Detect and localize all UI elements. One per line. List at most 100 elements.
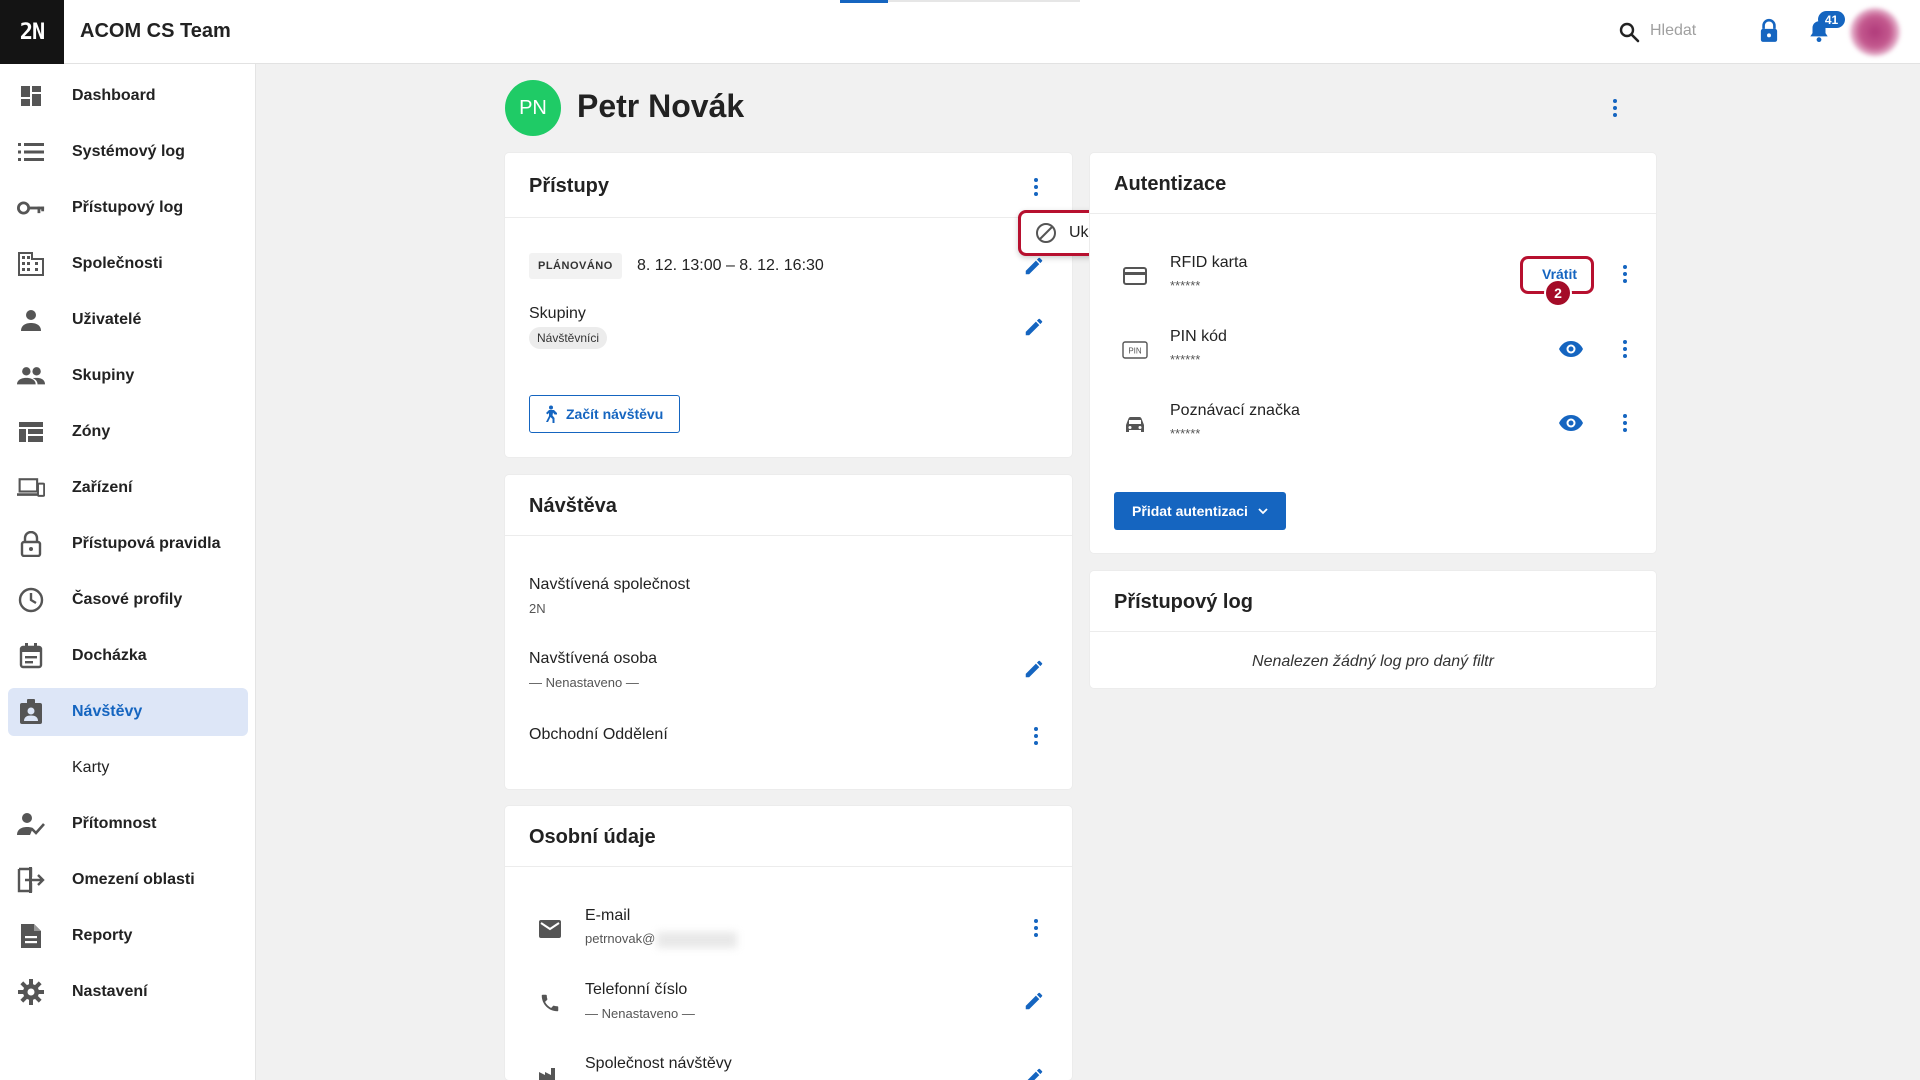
sidebar-item-label: Karty [72,759,110,776]
edit-pencil-icon[interactable] [1023,990,1045,1012]
department-more-button[interactable] [1026,723,1046,749]
sidebar-item-cards[interactable]: Karty [8,744,248,792]
sidebar-item-label: Společnosti [72,255,163,272]
access-more-button[interactable] [1026,174,1046,200]
divider [505,535,1072,536]
sidebar-item-time-profiles[interactable]: Časové profily [8,576,248,624]
person-icon [21,310,41,331]
visited-company-value: 2N [529,601,546,616]
sidebar-item-devices[interactable]: Zařízení [8,464,248,512]
sidebar-item-access-log[interactable]: Přístupový log [8,184,248,232]
email-more-button[interactable] [1026,915,1046,941]
pin-more-button[interactable] [1615,336,1635,362]
car-icon [1126,417,1144,432]
dashboard-icon [21,86,41,106]
sidebar-item-presence[interactable]: Přítomnost [8,800,248,848]
sidebar-item-label: Dashboard [72,87,156,104]
sidebar-item-label: Reporty [72,927,133,944]
sidebar: Dashboard Systémový log Přístupový log S… [0,64,256,1080]
user-avatar[interactable] [1850,8,1900,56]
sidebar-item-visits[interactable]: Návštěvy [8,688,248,736]
pin-value: ****** [1170,352,1201,367]
sidebar-item-reports[interactable]: Reporty [8,912,248,960]
personal-card: Osobní údaje E-mail petrnovak@ Telefonní… [505,806,1072,1080]
devices-icon [17,478,45,497]
edit-pencil-icon[interactable] [1023,316,1045,338]
divider [1090,213,1656,214]
sidebar-item-label: Přístupový log [72,199,184,216]
walking-person-icon [546,405,557,423]
phone-icon [541,994,559,1012]
sidebar-item-label: Návštěvy [72,703,143,720]
more-vert-icon [1613,106,1617,110]
sidebar-item-system-log[interactable]: Systémový log [8,128,248,176]
loading-progress [840,0,1080,3]
person-check-icon [17,813,45,835]
pin-icon-text: PIN [1128,347,1142,356]
zones-icon [19,422,43,442]
sidebar-item-area-limit[interactable]: Omezení oblasti [8,856,248,904]
access-card: Přístupy PLÁNOVÁNO 8. 12. 13:00 – 8. 12.… [505,153,1072,457]
divider [505,866,1072,867]
sidebar-item-label: Omezení oblasti [72,871,195,888]
profile-avatar: PN [505,80,561,136]
status-badge: PLÁNOVÁNO [529,253,622,279]
clock-icon [18,587,44,613]
plate-more-button[interactable] [1615,410,1635,436]
add-authentication-button[interactable]: Přidat autentizaci [1114,492,1286,530]
start-visit-button[interactable]: Začít návštěvu [529,395,681,433]
sidebar-item-label: Skupiny [72,367,135,384]
pin-icon: PIN [1122,341,1148,359]
lock-icon[interactable] [1756,18,1782,44]
more-vert-icon [1034,185,1038,189]
calendar-icon [19,643,43,669]
brand-logo[interactable]: 2N [0,0,64,64]
search-input[interactable]: Hledat [1650,22,1696,40]
card-title: Autentizace [1114,173,1227,195]
block-icon [1036,223,1056,243]
edit-pencil-icon[interactable] [1023,255,1045,277]
more-vert-icon [1623,272,1627,276]
sidebar-item-groups[interactable]: Skupiny [8,352,248,400]
sidebar-item-zones[interactable]: Zóny [8,408,248,456]
authentication-card: Autentizace RFID karta ****** PIN PIN kó… [1090,153,1656,553]
list-icon [18,143,44,161]
divider [505,217,1072,218]
sidebar-item-users[interactable]: Uživatelé [8,296,248,344]
sidebar-item-companies[interactable]: Společnosti [8,240,248,288]
empty-log-message: Nenalezen žádný log pro daný filtr [1252,653,1494,670]
rfid-more-button[interactable] [1615,261,1635,287]
more-vert-icon [1034,734,1038,738]
card-title: Přístupy [529,175,610,197]
sidebar-item-access-rules[interactable]: Přístupová pravidla [8,520,248,568]
credit-card-icon [1123,267,1147,285]
card-title: Osobní údaje [529,826,656,848]
divider [1090,631,1656,632]
rfid-value: ****** [1170,278,1201,293]
visited-company-label: Navštívená společnost [529,576,690,593]
eye-icon[interactable] [1558,340,1584,358]
profile-more-button[interactable] [1605,95,1625,121]
sidebar-item-dashboard[interactable]: Dashboard [8,72,248,120]
sidebar-item-settings[interactable]: Nastavení [8,968,248,1016]
group-icon [17,367,45,385]
sidebar-item-attendance[interactable]: Docházka [8,632,248,680]
area-limit-icon [17,867,45,893]
sidebar-item-label: Časové profily [72,591,183,608]
more-vert-icon [1623,421,1627,425]
sidebar-item-label: Přítomnost [72,815,157,832]
more-vert-icon [1623,347,1627,351]
access-log-card: Přístupový log Nenalezen žádný log pro d… [1090,571,1656,688]
edit-pencil-icon[interactable] [1023,658,1045,680]
card-title: Přístupový log [1114,591,1253,613]
search-icon[interactable] [1617,20,1641,44]
team-name: ACOM CS Team [80,20,231,42]
card-title: Návštěva [529,495,617,517]
sidebar-item-label: Přístupová pravidla [72,535,221,552]
pin-label: PIN kód [1170,328,1227,345]
edit-pencil-icon[interactable] [1023,1066,1045,1080]
notification-badge: 41 [1818,11,1845,28]
eye-icon[interactable] [1558,414,1584,432]
more-vert-icon [1034,926,1038,930]
rfid-label: RFID karta [1170,254,1248,271]
